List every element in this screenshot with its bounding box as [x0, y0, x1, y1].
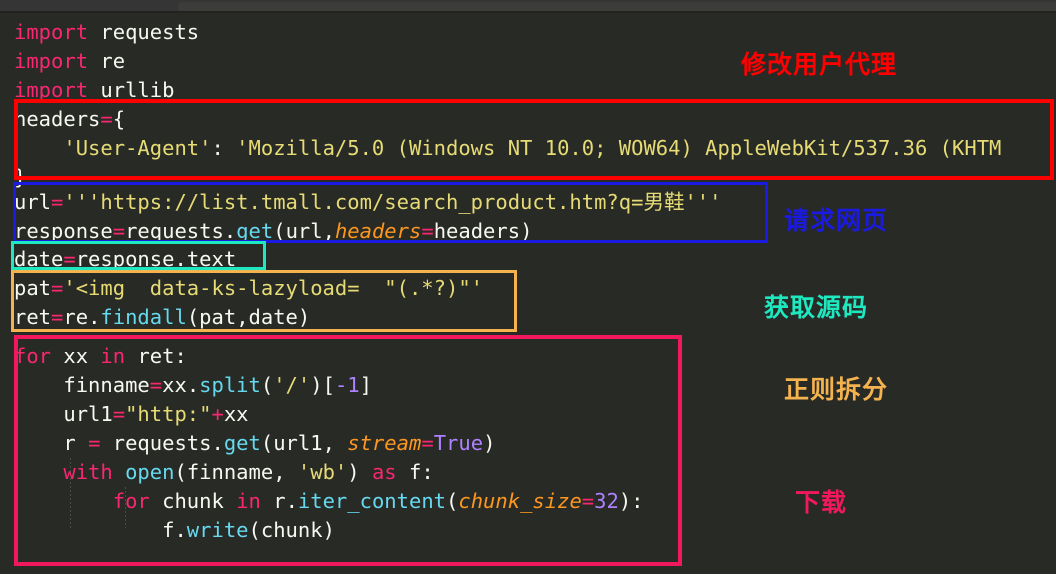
annotation-user-agent: 修改用户代理	[741, 50, 898, 79]
annotation-regex: 正则拆分	[784, 375, 889, 404]
annotation-source: 获取源码	[764, 293, 869, 322]
code-line-15: r = requests.get(url1, stream=True)	[63, 431, 496, 455]
code-line-4: headers={	[14, 107, 126, 131]
code-line-10: pat='<img data-ks-lazyload= "(.*?)"'	[14, 276, 484, 300]
code-editor-surface[interactable]: import requests import re import urllib …	[0, 13, 1056, 574]
code-line-8: response=requests.get(url,headers=header…	[14, 219, 533, 243]
screenshot-root: import requests import re import urllib …	[0, 0, 1056, 574]
code-line-14: url1="http:"+xx	[63, 402, 249, 426]
code-line-7: url='''https://list.tmall.com/search_pro…	[14, 190, 722, 214]
code-line-1: import requests	[14, 20, 200, 44]
code-line-3: import urllib	[14, 78, 175, 102]
annotation-download: 下载	[795, 488, 848, 517]
code-line-17: for chunk in r.iter_content(chunk_size=3…	[112, 489, 644, 513]
code-line-18: f.write(chunk)	[162, 518, 335, 542]
code-line-2: import re	[14, 49, 126, 73]
window-titlebar	[0, 0, 1056, 11]
code-line-9: date=response.text	[14, 247, 237, 271]
code-line-5: 'User-Agent': 'Mozilla/5.0 (Windows NT 1…	[63, 136, 1002, 160]
code-line-16: with open(finname, 'wb') as f:	[63, 460, 434, 484]
code-line-12: for xx in ret:	[14, 344, 187, 368]
code-line-13: finname=xx.split('/')[-1]	[63, 373, 372, 397]
code-line-11: ret=re.findall(pat,date)	[14, 305, 311, 329]
annotation-request: 请求网页	[784, 206, 889, 235]
editor-tab-strip[interactable]	[178, 2, 1056, 11]
